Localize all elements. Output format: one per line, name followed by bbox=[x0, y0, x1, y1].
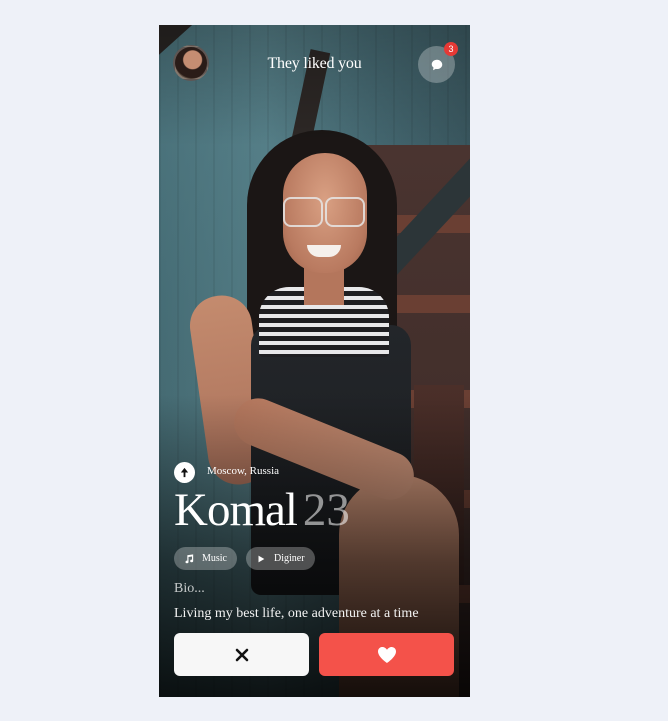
notification-badge: 3 bbox=[444, 42, 458, 56]
profile-card: They liked you 3 Moscow, Russia Komal 23 … bbox=[159, 25, 470, 697]
bio-label: Bio... bbox=[174, 581, 205, 596]
like-button[interactable] bbox=[319, 633, 454, 676]
bio-text: Living my best life, one adventure at a … bbox=[174, 606, 419, 621]
play-icon bbox=[258, 555, 265, 562]
interest-chip-diginer[interactable]: Diginer bbox=[246, 547, 315, 570]
pass-button[interactable] bbox=[174, 633, 309, 676]
heart-icon bbox=[377, 646, 396, 663]
interest-label: Diginer bbox=[274, 553, 305, 564]
name-age: Komal 23 bbox=[174, 487, 350, 534]
music-note-icon bbox=[185, 553, 194, 563]
interest-label: Music bbox=[202, 553, 227, 564]
profile-name: Komal bbox=[174, 484, 298, 536]
navigation-arrow-icon bbox=[180, 467, 189, 478]
location-label: Moscow, Russia bbox=[207, 465, 280, 477]
profile-photo bbox=[159, 25, 470, 697]
interest-chip-music[interactable]: Music bbox=[174, 547, 237, 570]
profile-age: 23 bbox=[302, 484, 350, 536]
location-button[interactable] bbox=[174, 462, 195, 483]
chat-bubble-icon bbox=[431, 59, 442, 70]
close-icon bbox=[235, 648, 248, 661]
